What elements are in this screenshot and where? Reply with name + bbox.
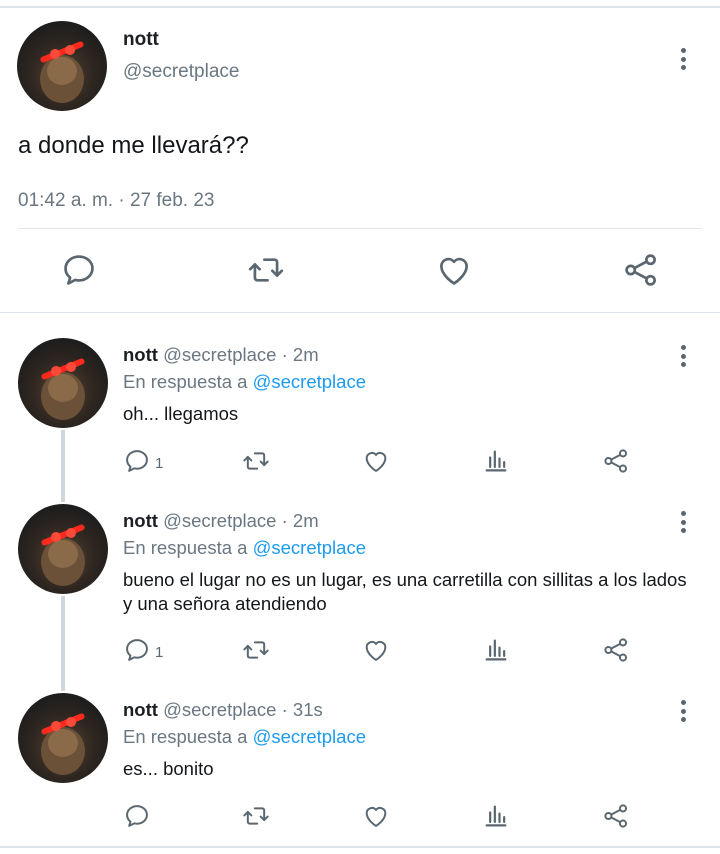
author-handle[interactable]: @secretplace [123, 61, 239, 83]
author-name[interactable]: nott [123, 510, 158, 531]
reply-header: nott @secretplace · 31s [123, 699, 323, 721]
main-tweet: nott @secretplace a donde me llevará?? 0… [0, 8, 720, 312]
reply-text: oh... llegamos [123, 403, 239, 424]
views-button[interactable] [482, 801, 510, 831]
retweet-icon [243, 452, 269, 470]
reply-count: 1 [155, 454, 164, 472]
retweet-button[interactable] [242, 635, 270, 665]
share-icon[interactable] [622, 251, 660, 289]
in-reply-handle-link[interactable]: @secretplace [253, 537, 366, 558]
bottom-divider [0, 846, 720, 848]
more-options-icon[interactable] [673, 508, 693, 536]
like-icon [365, 641, 387, 661]
more-options-icon[interactable] [673, 697, 693, 725]
analytics-icon [485, 639, 507, 661]
retweet-icon [243, 641, 269, 659]
section-divider [0, 312, 720, 313]
in-reply-label: En respuesta a [123, 371, 253, 392]
reply-tweet[interactable]: nott @secretplace · 31s En respuesta a @… [0, 693, 720, 843]
reply-actions [123, 801, 643, 831]
like-icon [365, 452, 387, 472]
retweet-icon[interactable] [247, 251, 285, 289]
in-reply-to: En respuesta a @secretplace [123, 726, 366, 748]
share-icon [604, 638, 628, 662]
reply-button[interactable] [123, 801, 155, 831]
tweet-timestamp: 01:42 a. m. · 27 feb. 23 [18, 190, 215, 211]
retweet-button[interactable] [242, 801, 270, 831]
tweet-separator [18, 228, 702, 229]
in-reply-to: En respuesta a @secretplace [123, 371, 366, 393]
share-icon [604, 449, 628, 473]
reply-count: 1 [155, 643, 164, 661]
avatar[interactable] [18, 338, 108, 428]
reply-tweet[interactable]: nott @secretplace · 2m En respuesta a @s… [0, 338, 720, 488]
reply-text: es... bonito [123, 758, 214, 779]
like-button[interactable] [362, 446, 390, 476]
analytics-icon [485, 805, 507, 827]
views-button[interactable] [482, 446, 510, 476]
reply-actions: 1 [123, 446, 643, 476]
reply-header: nott @secretplace · 2m [123, 344, 319, 366]
share-icon [604, 804, 628, 828]
avatar[interactable] [18, 504, 108, 594]
more-options-icon[interactable] [673, 342, 693, 370]
like-icon[interactable] [435, 251, 473, 289]
retweet-button[interactable] [242, 446, 270, 476]
share-button[interactable] [602, 446, 630, 476]
author-handle-time: @secretplace · 31s [163, 699, 323, 720]
in-reply-handle-link[interactable]: @secretplace [253, 371, 366, 392]
reply-button[interactable]: 1 [123, 446, 163, 476]
reply-text: bueno el lugar no es un lugar, es una ca… [123, 569, 687, 614]
reply-actions: 1 [123, 635, 643, 665]
tweet-text: a donde me llevará?? [18, 132, 249, 159]
in-reply-label: En respuesta a [123, 537, 253, 558]
retweet-icon [243, 807, 269, 825]
share-button[interactable] [602, 635, 630, 665]
author-handle-time: @secretplace · 2m [163, 510, 319, 531]
analytics-icon [485, 450, 507, 472]
reply-icon [126, 805, 148, 827]
views-button[interactable] [482, 635, 510, 665]
author-name[interactable]: nott [123, 29, 159, 51]
reply-icon [126, 639, 148, 661]
like-button[interactable] [362, 635, 390, 665]
in-reply-label: En respuesta a [123, 726, 253, 747]
reply-header: nott @secretplace · 2m [123, 510, 319, 532]
reply-icon[interactable] [60, 251, 98, 289]
reply-tweet[interactable]: nott @secretplace · 2m En respuesta a @s… [0, 504, 720, 684]
like-button[interactable] [362, 801, 390, 831]
reply-icon [126, 450, 148, 472]
author-name[interactable]: nott [123, 699, 158, 720]
author-name[interactable]: nott [123, 344, 158, 365]
like-icon [365, 807, 387, 827]
in-reply-handle-link[interactable]: @secretplace [253, 726, 366, 747]
reply-button[interactable]: 1 [123, 635, 163, 665]
more-options-icon[interactable] [673, 45, 693, 73]
share-button[interactable] [602, 801, 630, 831]
avatar[interactable] [18, 693, 108, 783]
avatar[interactable] [17, 21, 107, 111]
author-handle-time: @secretplace · 2m [163, 344, 319, 365]
in-reply-to: En respuesta a @secretplace [123, 537, 366, 559]
